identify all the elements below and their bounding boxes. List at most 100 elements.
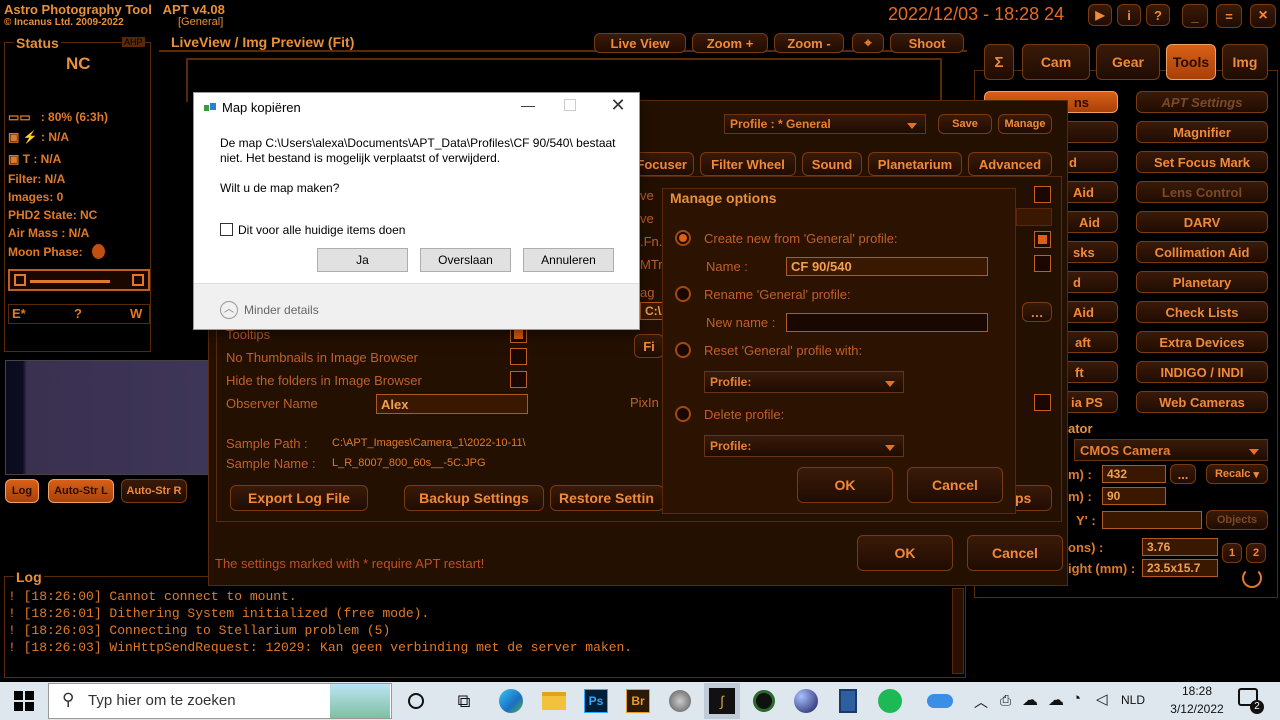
windows-start-icon[interactable]: [14, 691, 34, 711]
refresh-icon[interactable]: [1242, 568, 1262, 588]
tool-button-10[interactable]: ia PS: [1060, 391, 1118, 413]
no-thumbnails-checkbox[interactable]: [510, 348, 527, 365]
recalc-button[interactable]: Recalc ▾: [1206, 464, 1268, 484]
collimation-button[interactable]: Collimation Aid: [1136, 241, 1268, 263]
magnifier-button[interactable]: Magnifier: [1136, 121, 1268, 143]
dialog-close-button[interactable]: ✕: [606, 95, 630, 117]
planetary-button[interactable]: Planetary: [1136, 271, 1268, 293]
shoot-button[interactable]: Shoot: [890, 33, 964, 53]
checklists-button[interactable]: Check Lists: [1136, 301, 1268, 323]
web-cameras-button[interactable]: Web Cameras: [1136, 391, 1268, 413]
delete-profile-radio[interactable]: [675, 406, 691, 422]
tray-cloud2-icon[interactable]: ☁: [1048, 690, 1064, 710]
setting-frag-7[interactable]: Fi: [634, 334, 664, 358]
sensor-size-field[interactable]: 23.5x15.7: [1142, 559, 1218, 577]
auto-stretch-l-button[interactable]: Auto-Str L: [48, 479, 114, 503]
tab-sigma[interactable]: Σ: [984, 44, 1014, 80]
tool-button-6[interactable]: d: [1060, 271, 1118, 293]
crosshair-button[interactable]: ⌖: [852, 33, 884, 53]
tab-advanced[interactable]: Advanced: [968, 152, 1052, 176]
spotify-icon[interactable]: [872, 683, 908, 719]
tab-gear[interactable]: Gear: [1096, 44, 1160, 80]
chevron-up-icon[interactable]: ︿: [220, 301, 238, 319]
pixel-size-field[interactable]: 3.76: [1142, 538, 1218, 556]
zoom-out-button[interactable]: Zoom -: [774, 33, 844, 53]
tab-sound[interactable]: Sound: [802, 152, 862, 176]
phd2-icon[interactable]: [746, 683, 782, 719]
skip-button[interactable]: Overslaan: [420, 248, 511, 272]
file-explorer-icon[interactable]: [536, 683, 572, 719]
minimize-button[interactable]: _: [1182, 4, 1208, 28]
edge-icon[interactable]: [493, 683, 529, 719]
auto-stretch-r-button[interactable]: Auto-Str R: [121, 479, 187, 503]
new-name-input[interactable]: [786, 313, 988, 332]
calc-field-3[interactable]: [1102, 511, 1202, 529]
widgets-icon[interactable]: ⧉: [446, 683, 482, 719]
settings-cancel-button[interactable]: Cancel: [967, 535, 1063, 571]
setting-frag-6[interactable]: C:\A: [640, 302, 670, 320]
zoom-in-button[interactable]: Zoom +: [692, 33, 768, 53]
restore-settings-button[interactable]: Restore Settin: [550, 485, 664, 511]
help-button[interactable]: ?: [1146, 4, 1170, 26]
manage-ok-button[interactable]: OK: [797, 467, 893, 503]
setting-checkbox-4[interactable]: [1034, 394, 1051, 411]
clock-date[interactable]: 3/12/2022: [1160, 702, 1234, 716]
apt-settings-button[interactable]: APT Settings: [1136, 91, 1268, 113]
profile-select[interactable]: Profile : * General: [724, 114, 926, 134]
info-button[interactable]: i: [1117, 4, 1141, 26]
tab-planetarium[interactable]: Planetarium: [868, 152, 962, 176]
language-indicator[interactable]: NLD: [1121, 693, 1145, 707]
aperture-field[interactable]: 90: [1102, 487, 1166, 505]
tab-img[interactable]: Img: [1222, 44, 1268, 80]
manage-profile-button[interactable]: Manage: [998, 114, 1052, 134]
export-log-button[interactable]: Export Log File: [230, 485, 368, 511]
apply-all-checkbox[interactable]: [220, 223, 233, 236]
volume-icon[interactable]: ◁: [1096, 690, 1108, 708]
tray-chevron-icon[interactable]: ︿: [974, 692, 988, 712]
rename-profile-radio[interactable]: [675, 286, 691, 302]
lens-control-button[interactable]: Lens Control: [1136, 181, 1268, 203]
tab-filter-wheel[interactable]: Filter Wheel: [700, 152, 796, 176]
clock-time[interactable]: 18:28: [1160, 684, 1234, 698]
setting-more-button[interactable]: …: [1022, 302, 1052, 322]
tab-cam[interactable]: Cam: [1022, 44, 1090, 80]
apt-taskbar-icon[interactable]: ∫: [704, 683, 740, 719]
bridge-icon[interactable]: Br: [620, 683, 656, 719]
create-profile-radio[interactable]: [675, 230, 691, 246]
observer-name-input[interactable]: Alex: [376, 394, 528, 414]
tool-button-blank[interactable]: [1060, 121, 1118, 143]
tab-tools[interactable]: Tools: [1166, 44, 1216, 80]
play-button[interactable]: ▶: [1088, 4, 1112, 26]
setting-checkbox-3[interactable]: [1034, 255, 1051, 272]
profile-name-input[interactable]: CF 90/540: [786, 257, 988, 276]
reset-profile-select[interactable]: Profile:: [704, 371, 904, 393]
backup-settings-button[interactable]: Backup Settings: [404, 485, 544, 511]
tool-button-5[interactable]: sks: [1060, 241, 1118, 263]
dialog-minimize-button[interactable]: —: [516, 97, 540, 117]
setting-field-1[interactable]: [1016, 208, 1052, 226]
status-slider[interactable]: [8, 269, 150, 291]
tray-cloud-icon[interactable]: ☁: [1022, 690, 1038, 710]
wifi-icon[interactable]: ◔: [1072, 690, 1081, 707]
tool-button-8[interactable]: aft: [1060, 331, 1118, 353]
settings-ok-button[interactable]: OK: [857, 535, 953, 571]
focus-mark-button[interactable]: Set Focus Mark: [1136, 151, 1268, 173]
maximize-button[interactable]: =: [1216, 4, 1242, 28]
objects-button[interactable]: Objects: [1206, 510, 1268, 530]
preset-2-button[interactable]: 2: [1246, 543, 1266, 563]
yes-button[interactable]: Ja: [317, 248, 408, 272]
liveview-button[interactable]: Live View: [594, 33, 686, 53]
tool-button-3[interactable]: Aid: [1060, 181, 1118, 203]
cancel-button[interactable]: Annuleren: [523, 248, 614, 272]
darv-button[interactable]: DARV: [1136, 211, 1268, 233]
focal-length-field[interactable]: 432: [1102, 465, 1166, 483]
app-sphere-icon[interactable]: [662, 683, 698, 719]
less-details-link[interactable]: Minder details: [244, 303, 319, 317]
calc-more-button[interactable]: ...: [1170, 464, 1196, 484]
hide-folders-checkbox[interactable]: [510, 371, 527, 388]
save-profile-button[interactable]: Save: [938, 114, 992, 134]
photoshop-icon[interactable]: Ps: [578, 683, 614, 719]
camera-select[interactable]: CMOS Camera: [1074, 439, 1268, 461]
tool-button-7[interactable]: Aid: [1060, 301, 1118, 323]
extra-devices-button[interactable]: Extra Devices: [1136, 331, 1268, 353]
